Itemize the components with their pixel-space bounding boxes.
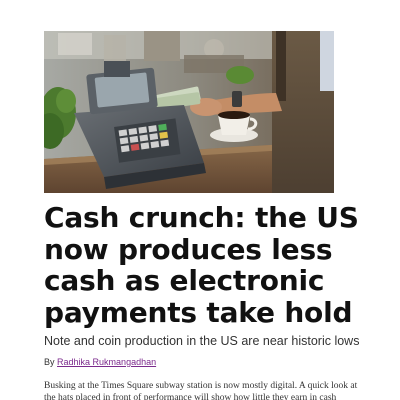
headline-line: cash as electronic <box>44 264 325 297</box>
article-subtitle: Note and coin production in the US are n… <box>44 334 360 348</box>
article-headline: Cash crunch: the US now produces less ca… <box>44 202 374 328</box>
byline: By Radhika Rukmangadhan <box>44 357 156 367</box>
article-page: Cash crunch: the US now produces less ca… <box>0 0 400 400</box>
body-line: Busking at the Times Square subway stati… <box>44 381 358 391</box>
byline-prefix: By <box>44 357 55 367</box>
headline-line: payments take hold <box>44 295 353 329</box>
body-line: the hats placed in front of performance … <box>44 393 337 400</box>
hero-image <box>44 31 334 193</box>
headline-line: Cash crunch: the US <box>44 201 359 234</box>
article-body: Busking at the Times Square subway stati… <box>44 380 364 400</box>
author-link[interactable]: Radhika Rukmangadhan <box>57 357 156 367</box>
headline-line: now produces less <box>44 232 333 266</box>
